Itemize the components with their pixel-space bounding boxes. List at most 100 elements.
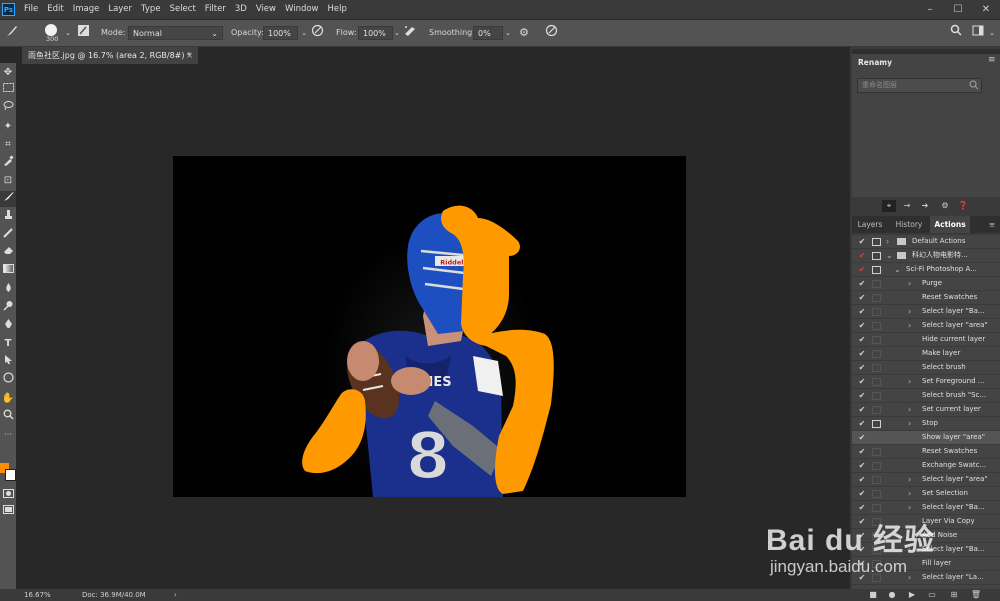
maximize-button[interactable]: ☐ — [944, 0, 972, 19]
tab-layers[interactable]: Layers — [852, 216, 888, 233]
marquee-tool-icon[interactable] — [0, 82, 16, 98]
action-item[interactable]: ✔ › Default Actions — [852, 235, 1000, 249]
background-color-swatch[interactable] — [5, 469, 16, 481]
dialog-toggle-icon[interactable] — [872, 364, 881, 372]
lasso-tool-icon[interactable] — [0, 100, 16, 116]
gear-icon[interactable]: ⚙ — [516, 24, 532, 42]
play-icon[interactable]: ▶ — [905, 589, 919, 601]
collapse-chevron-icon[interactable] — [908, 389, 916, 402]
blur-tool-icon[interactable] — [0, 282, 16, 298]
pressure-opacity-icon[interactable] — [309, 24, 325, 42]
airbrush-icon[interactable] — [402, 24, 418, 42]
menu-file[interactable]: File — [24, 0, 44, 19]
toggle-check-icon[interactable]: ✔ — [857, 235, 867, 248]
toggle-check-icon[interactable]: ✔ — [857, 277, 867, 290]
record-icon[interactable]: ● — [885, 589, 899, 601]
tab-actions[interactable]: Actions — [930, 216, 970, 233]
collapse-chevron-icon[interactable]: › — [908, 487, 916, 500]
toggle-check-icon[interactable]: ✔ — [857, 501, 867, 514]
action-item[interactable]: ✔ Hide current layer — [852, 333, 1000, 347]
menu-image[interactable]: Image — [73, 0, 106, 19]
menu-view[interactable]: View — [256, 0, 282, 19]
toggle-check-icon[interactable]: ✔ — [857, 403, 867, 416]
action-item[interactable]: ✔ Select brush "Sc... — [852, 389, 1000, 403]
search-icon[interactable] — [969, 80, 979, 92]
minimize-button[interactable]: – — [916, 0, 944, 19]
hand-tool-icon[interactable]: ✋ — [0, 391, 16, 407]
action-item[interactable]: ✔ › Set Foreground ... — [852, 375, 1000, 389]
action-item[interactable]: ✔ › Select layer "Ba... — [852, 501, 1000, 515]
menu-help[interactable]: Help — [328, 0, 353, 19]
magic-wand-tool-icon[interactable]: ✦ — [0, 119, 16, 135]
cursor-icon[interactable]: ⌖ — [882, 200, 896, 212]
toggle-check-icon[interactable]: ✔ — [857, 417, 867, 430]
history-brush-tool-icon[interactable] — [0, 227, 16, 243]
screen-mode-icon[interactable] — [0, 504, 16, 520]
new-action-icon[interactable]: ⊞ — [947, 589, 961, 601]
collapse-chevron-icon[interactable] — [908, 361, 916, 374]
quick-mask-icon[interactable] — [0, 488, 16, 504]
collapse-chevron-icon[interactable] — [908, 445, 916, 458]
toggle-check-icon[interactable]: ✔ — [857, 347, 867, 360]
stop-icon[interactable]: ■ — [866, 589, 880, 601]
tab-close-icon[interactable]: × — [186, 47, 193, 64]
new-set-icon[interactable]: ▭ — [925, 589, 939, 601]
brush-tool-icon[interactable] — [0, 191, 16, 207]
dialog-toggle-icon[interactable] — [872, 406, 881, 414]
action-item[interactable]: ✔ Exchange Swatc... — [852, 459, 1000, 473]
action-item[interactable]: ✔ Show layer "area" — [852, 431, 1000, 445]
menu-select[interactable]: Select — [170, 0, 202, 19]
menu-layer[interactable]: Layer — [108, 0, 138, 19]
more-tools-icon[interactable]: ··· — [0, 427, 16, 443]
dialog-toggle-icon[interactable] — [872, 238, 881, 246]
ellipse-tool-icon[interactable] — [0, 372, 16, 388]
chevron-down-icon[interactable]: ⌄ — [500, 24, 516, 42]
chevron-down-icon[interactable]: ⌄ — [984, 24, 1000, 42]
collapse-chevron-icon[interactable]: › — [908, 417, 916, 430]
toggle-check-icon[interactable]: ✔ — [857, 249, 867, 262]
action-item[interactable]: ✔ › Select layer "area" — [852, 319, 1000, 333]
menu-edit[interactable]: Edit — [47, 0, 69, 19]
dialog-toggle-icon[interactable] — [872, 336, 881, 344]
patch-tool-icon[interactable]: ⊡ — [0, 173, 16, 189]
gradient-tool-icon[interactable] — [0, 263, 16, 279]
collapse-chevron-icon[interactable]: › — [908, 375, 916, 388]
action-item[interactable]: ✔ Select brush — [852, 361, 1000, 375]
stamp-tool-icon[interactable] — [0, 209, 16, 225]
action-item[interactable]: ✔ Reset Swatches — [852, 291, 1000, 305]
eraser-tool-icon[interactable] — [0, 245, 16, 261]
toggle-check-icon[interactable]: ✔ — [857, 445, 867, 458]
brush-settings-icon[interactable] — [75, 24, 91, 42]
toggle-check-icon[interactable]: ✔ — [857, 333, 867, 346]
collapse-chevron-icon[interactable]: › — [908, 403, 916, 416]
help-icon[interactable]: ❓ — [956, 200, 970, 212]
pen-tool-icon[interactable] — [0, 318, 16, 334]
arrow-right-icon[interactable]: → — [900, 200, 914, 212]
expand-chevron-icon[interactable]: ⌄ — [894, 263, 902, 276]
collapse-chevron-icon[interactable]: › — [908, 473, 916, 486]
collapse-chevron-icon[interactable]: › — [908, 501, 916, 514]
zoom-level[interactable]: 16.67% — [24, 589, 51, 601]
brush-tool-icon[interactable] — [4, 24, 20, 42]
menu-filter[interactable]: Filter — [205, 0, 232, 19]
dialog-toggle-icon[interactable] — [872, 294, 881, 302]
dialog-toggle-icon[interactable] — [872, 322, 881, 330]
dialog-toggle-icon[interactable] — [872, 462, 881, 470]
document-tab[interactable]: 雨鱼社区.jpg @ 16.7% (area 2, RGB/8#) * × — [22, 47, 198, 64]
dialog-toggle-icon[interactable] — [872, 280, 881, 288]
toggle-check-icon[interactable]: ✔ — [857, 375, 867, 388]
action-item[interactable]: ✔ ⌄ 科幻人物电影特... — [852, 249, 1000, 263]
zoom-tool-icon[interactable] — [0, 409, 16, 425]
tab-history[interactable]: History — [890, 216, 928, 233]
smoothing-input[interactable]: 0% — [473, 26, 503, 40]
collapse-chevron-icon[interactable] — [908, 291, 916, 304]
status-menu-arrow[interactable]: › — [174, 589, 177, 601]
dialog-toggle-icon[interactable] — [872, 504, 881, 512]
collapse-chevron-icon[interactable] — [908, 347, 916, 360]
crop-tool-icon[interactable]: ⌗ — [0, 137, 16, 153]
action-item[interactable]: ✔ › Select layer "Ba... — [852, 305, 1000, 319]
action-item[interactable]: ✔ › Set current layer — [852, 403, 1000, 417]
pressure-size-icon[interactable] — [543, 24, 559, 42]
action-item[interactable]: ✔ ⌄ Sci-Fi Photoshop A... — [852, 263, 1000, 277]
action-item[interactable]: ✔ Make layer — [852, 347, 1000, 361]
